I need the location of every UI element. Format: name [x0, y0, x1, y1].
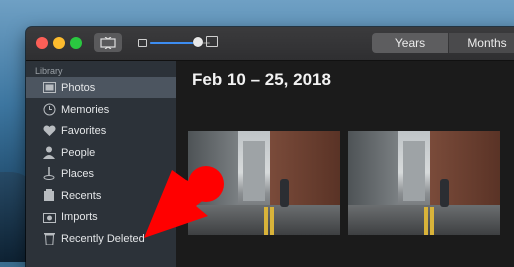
- photo-person: [280, 179, 289, 207]
- photo-building-left: [188, 131, 238, 211]
- titlebar: Years Months: [26, 27, 514, 61]
- photo-building-left: [348, 131, 398, 211]
- zoom-out-icon[interactable]: [138, 39, 147, 47]
- heart-icon: [42, 124, 56, 138]
- sidebar-item-people[interactable]: People: [26, 142, 176, 163]
- sidebar-item-imports[interactable]: Imports: [26, 206, 176, 227]
- sidebar-item-photos[interactable]: Photos: [26, 77, 176, 98]
- zoom-slider-knob[interactable]: [193, 37, 203, 47]
- memories-icon: [42, 103, 56, 117]
- photo-road-line: [270, 207, 274, 235]
- close-button[interactable]: [36, 37, 48, 49]
- photo-road-line: [430, 207, 434, 235]
- import-icon: [42, 210, 56, 224]
- fullscreen-button[interactable]: [70, 37, 82, 49]
- segment-months[interactable]: Months: [449, 33, 514, 53]
- photo-person: [440, 179, 449, 207]
- photo-road-line: [424, 207, 428, 235]
- photo-building-center: [243, 141, 265, 201]
- sidebar-item-label: Memories: [61, 103, 110, 116]
- sidebar-header-library: Library: [35, 66, 63, 76]
- sidebar-item-label: People: [61, 146, 96, 159]
- sidebar: Library Photos Memories Favorites People: [26, 61, 176, 267]
- sidebar-item-label: Photos: [61, 81, 96, 94]
- photo-thumbnail[interactable]: [348, 131, 500, 235]
- segment-years[interactable]: Years: [372, 33, 448, 53]
- clock-icon: [42, 189, 56, 203]
- photo-thumbnail[interactable]: [188, 131, 340, 235]
- zoom-slider-fill: [150, 42, 198, 44]
- main-content: Feb 10 – 25, 2018: [176, 61, 514, 267]
- sidebar-item-label: Favorites: [61, 124, 107, 137]
- photo-building-center: [403, 141, 425, 201]
- photos-icon: [42, 81, 56, 95]
- minimize-button[interactable]: [53, 37, 65, 49]
- photo-road-line: [264, 207, 268, 235]
- trash-icon: [42, 232, 56, 246]
- date-range-title: Feb 10 – 25, 2018: [192, 70, 331, 89]
- sidebar-toggle-icon: [100, 36, 116, 49]
- sidebar-item-places[interactable]: Places: [26, 163, 176, 184]
- sidebar-item-label: Recents: [61, 189, 102, 202]
- sidebar-item-recents[interactable]: Recents: [26, 185, 176, 206]
- person-icon: [42, 146, 56, 160]
- zoom-in-icon[interactable]: [206, 36, 218, 47]
- sidebar-item-label: Imports: [61, 210, 98, 223]
- sidebar-item-label: Recently Deleted: [61, 232, 145, 245]
- sidebar-item-favorites[interactable]: Favorites: [26, 120, 176, 141]
- map-pin-icon: [42, 167, 56, 181]
- sidebar-item-recently-deleted[interactable]: Recently Deleted: [26, 228, 176, 249]
- sidebar-toggle-button[interactable]: [94, 33, 122, 52]
- sidebar-item-memories[interactable]: Memories: [26, 99, 176, 120]
- photos-window: Years Months Library Photos Memories Fav…: [26, 27, 514, 267]
- sidebar-item-label: Places: [61, 167, 95, 180]
